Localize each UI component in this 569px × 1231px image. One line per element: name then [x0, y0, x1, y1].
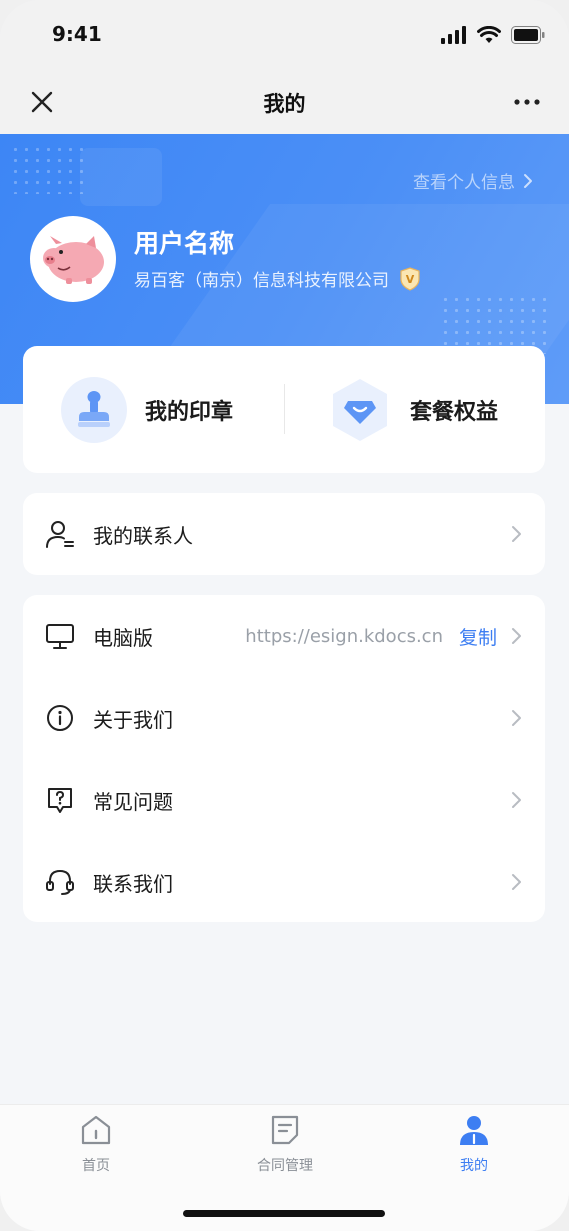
chevron-right-icon [524, 173, 532, 188]
page-title: 我的 [263, 92, 306, 116]
stamp-icon [61, 376, 127, 443]
header-dots [440, 294, 550, 354]
quick-actions-card: 我的印章 套餐权益 [23, 346, 545, 473]
my-contacts-label: 我的联系人 [93, 523, 193, 548]
desktop-version-label: 电脑版 [93, 625, 153, 650]
desktop-url: https://esign.kdocs.cn [245, 625, 443, 647]
desktop-version-row[interactable]: 电脑版 https://esign.kdocs.cn 复制 [23, 595, 545, 677]
user-icon [460, 1116, 488, 1145]
header-decoration [80, 148, 162, 206]
faq-label: 常见问题 [93, 789, 173, 814]
status-icons [441, 26, 545, 44]
battery-icon [511, 26, 545, 44]
company-name: 易百客（南京）信息科技有限公司 [134, 271, 389, 291]
document-icon [271, 1115, 299, 1145]
about-us-row[interactable]: 关于我们 [23, 677, 545, 759]
status-bar: 9:41 [0, 0, 569, 72]
divider [284, 384, 285, 434]
chevron-right-icon [512, 710, 521, 726]
my-seals-label: 我的印章 [145, 399, 234, 425]
info-icon [47, 705, 73, 731]
home-indicator [183, 1210, 385, 1217]
tab-home-label: 首页 [82, 1158, 110, 1174]
contacts-icon [46, 521, 74, 548]
contact-us-row[interactable]: 联系我们 [23, 841, 545, 923]
verified-badge-icon: V [400, 266, 420, 291]
wifi-icon [477, 26, 501, 43]
plan-benefits-button[interactable]: 套餐权益 [328, 346, 498, 473]
menu-card: 电脑版 https://esign.kdocs.cn 复制 关于我们 常见问题 … [23, 595, 545, 922]
badge-letter: V [406, 273, 415, 286]
header-dots [10, 144, 90, 194]
phone-screen: 9:41 我的 查看个人信息 用户名称 易百客（南京）信息科技有限公司 V 我的… [0, 0, 569, 1231]
avatar[interactable] [30, 216, 116, 302]
copy-url-button[interactable]: 复制 [459, 623, 497, 650]
about-us-label: 关于我们 [93, 707, 173, 732]
tab-me-label: 我的 [460, 1158, 488, 1174]
status-time: 9:41 [52, 22, 102, 46]
contact-us-label: 联系我们 [93, 871, 173, 896]
tab-home[interactable]: 首页 [36, 1113, 156, 1175]
chevron-right-icon [512, 526, 521, 542]
plan-benefits-label: 套餐权益 [410, 399, 499, 425]
my-contacts-row[interactable]: 我的联系人 [23, 493, 545, 575]
pig-avatar-icon [43, 236, 104, 284]
company-line: 易百客（南京）信息科技有限公司 V [134, 266, 421, 291]
home-icon [81, 1115, 111, 1145]
my-seals-button[interactable]: 我的印章 [61, 346, 233, 473]
more-options-icon[interactable] [513, 88, 541, 116]
tab-contracts[interactable]: 合同管理 [225, 1113, 345, 1175]
monitor-icon [46, 624, 74, 649]
chevron-right-icon [512, 874, 521, 890]
signal-icon [441, 26, 466, 44]
tab-contracts-label: 合同管理 [257, 1158, 313, 1174]
diamond-icon [333, 378, 387, 441]
chevron-right-icon [512, 628, 521, 644]
view-profile-label: 查看个人信息 [413, 173, 515, 193]
view-profile-link[interactable]: 查看个人信息 [413, 168, 533, 193]
chevron-right-icon [512, 792, 521, 808]
contacts-card: 我的联系人 [23, 493, 545, 575]
navigation-bar: 我的 [0, 72, 569, 134]
user-name: 用户名称 [134, 229, 235, 258]
help-icon [48, 788, 72, 813]
faq-row[interactable]: 常见问题 [23, 759, 545, 841]
headset-icon [46, 869, 74, 895]
tab-me[interactable]: 我的 [414, 1113, 534, 1175]
